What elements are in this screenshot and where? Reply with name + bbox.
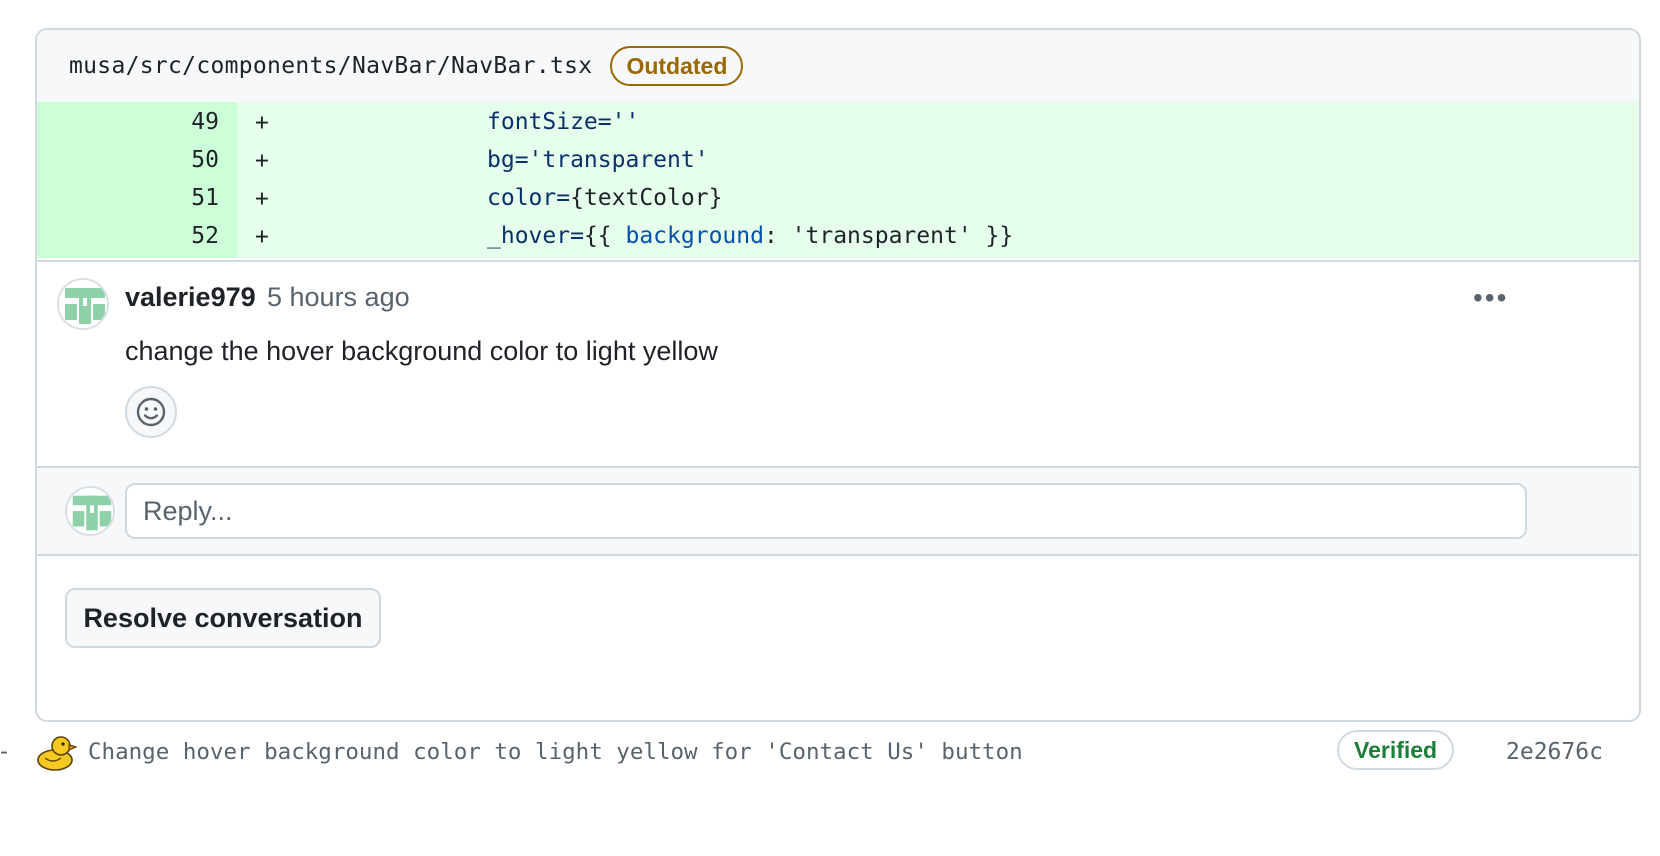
diff-sign: + [255,148,269,174]
comment-body: change the hover background color to lig… [125,336,718,366]
line-number[interactable]: 49 [37,102,237,142]
commit-sha-link[interactable]: 2e2676c [1506,722,1603,782]
identicon-avatar-icon [59,280,107,328]
code-value: {{ [583,223,626,249]
comment-timestamp[interactable]: 5 hours ago [267,282,410,313]
code-value: : 'transparent' }} [763,223,1014,249]
diff-sign: + [255,224,269,250]
code-line: _hover={{ background: 'transparent' }} [487,216,1013,256]
diff-line: 49 + fontSize='' [37,102,1639,142]
commenter-avatar[interactable] [57,278,109,330]
reply-input[interactable] [125,483,1527,539]
timeline-connector: - [0,738,8,765]
commit-message[interactable]: Change hover background color to light y… [88,722,1023,782]
identicon-avatar-icon [67,488,113,534]
diff-hunk: 49 + fontSize='' 50 + bg='transparent' 5… [37,102,1639,262]
commit-row: - Change hover background color to light… [0,722,1660,782]
review-conversation: musa/src/components/NavBar/NavBar.tsx Ou… [35,28,1641,722]
resolve-conversation-button[interactable]: Resolve conversation [65,588,381,648]
code-attr: color= [487,185,571,211]
diff-line: 50 + bg='transparent' [37,140,1639,180]
code-value: 'transparent' [528,147,709,173]
comment-author[interactable]: valerie979 [125,282,256,313]
reply-area [37,466,1639,556]
diff-sign: + [255,186,269,212]
line-number[interactable]: 52 [37,216,237,258]
comment-menu-button[interactable]: ••• [1473,282,1508,314]
line-number[interactable]: 51 [37,178,237,218]
duck-icon[interactable] [35,731,77,773]
diff-line: 52 + _hover={{ background: 'transparent'… [37,216,1639,258]
kebab-horizontal-icon: ••• [1473,282,1509,313]
code-attr: fontSize= [487,109,612,135]
outdated-badge: Outdated [610,46,744,86]
current-user-avatar[interactable] [65,486,115,536]
code-property: background [625,223,764,249]
file-path[interactable]: musa/src/components/NavBar/NavBar.tsx [69,53,592,79]
code-line: color={textColor} [487,178,722,218]
diff-line: 51 + color={textColor} [37,178,1639,218]
add-reaction-button[interactable] [125,386,177,438]
diff-sign: + [255,110,269,136]
code-value: {textColor} [570,185,723,211]
code-line: fontSize='' [487,102,639,142]
code-value: '' [611,109,640,135]
code-line: bg='transparent' [487,140,709,180]
verified-badge[interactable]: Verified [1337,730,1455,770]
line-number[interactable]: 50 [37,140,237,180]
code-attr: bg= [487,147,529,173]
file-header: musa/src/components/NavBar/NavBar.tsx Ou… [37,30,1639,102]
smiley-icon [136,397,166,427]
code-attr: _hover= [487,223,584,249]
